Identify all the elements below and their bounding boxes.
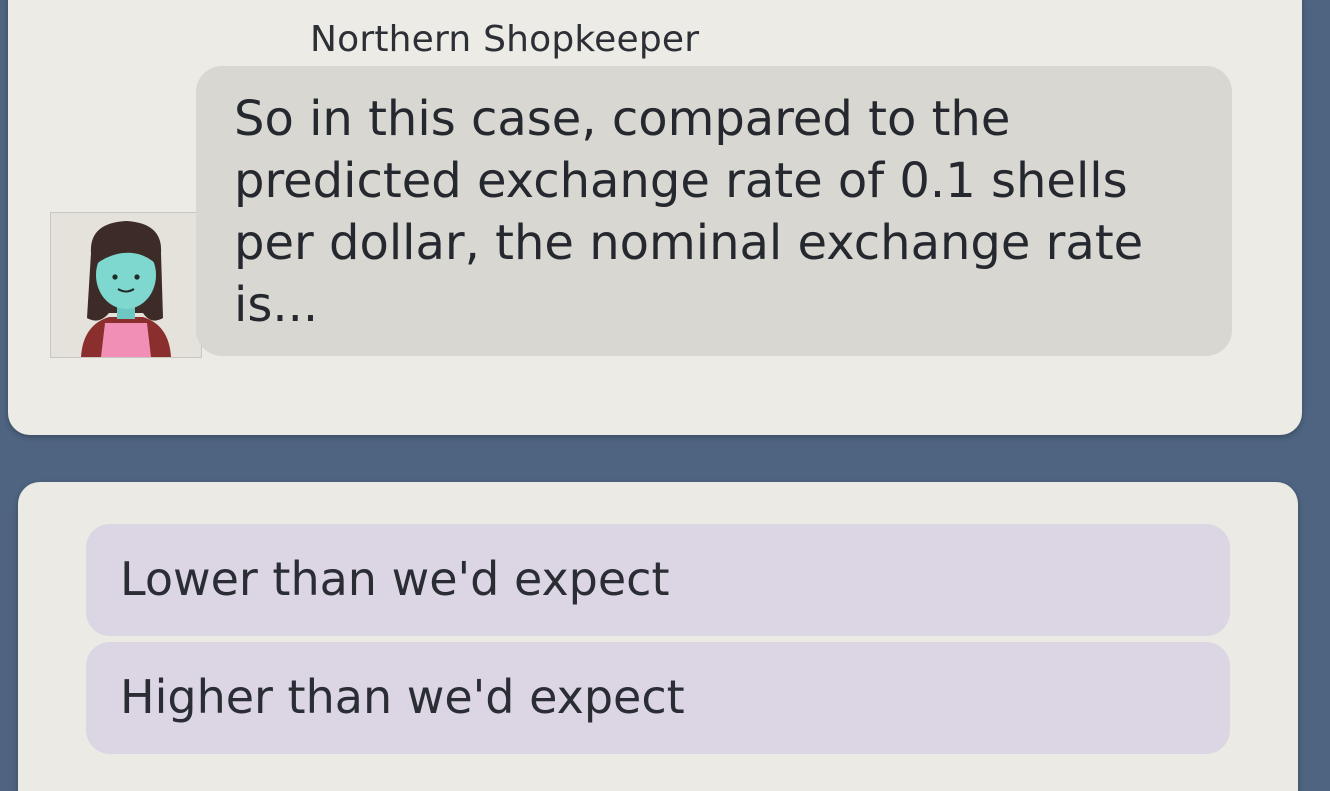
- speaker-name: Northern Shopkeeper: [310, 19, 700, 60]
- dialog-card: Northern Shopkeeper So in this case, com…: [8, 0, 1302, 435]
- speech-bubble: So in this case, compared to the predict…: [196, 66, 1232, 356]
- answer-options-panel: Lower than we'd expect Higher than we'd …: [18, 482, 1298, 791]
- answer-option-label: Lower than we'd expect: [120, 552, 670, 606]
- answer-option-label: Higher than we'd expect: [120, 670, 685, 724]
- shopkeeper-avatar: [50, 212, 202, 358]
- shopkeeper-avatar-icon: [81, 221, 171, 357]
- answer-option-lower[interactable]: Lower than we'd expect: [86, 524, 1230, 636]
- answer-option-higher[interactable]: Higher than we'd expect: [86, 642, 1230, 754]
- speech-text: So in this case, compared to the predict…: [234, 91, 1144, 333]
